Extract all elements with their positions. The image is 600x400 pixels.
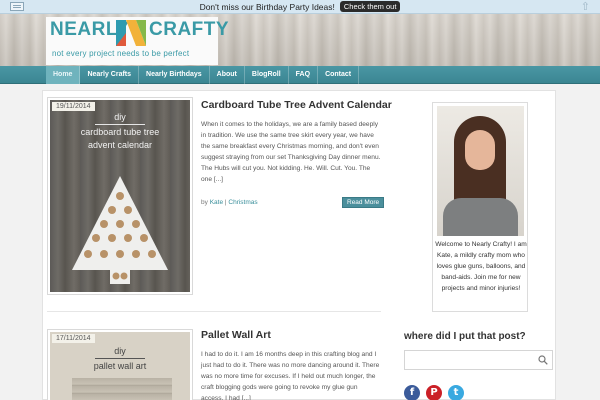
nav-faq[interactable]: FAQ (289, 66, 319, 84)
pallet-wall-art-image: 17/11/2014 diy pallet wall art (50, 332, 190, 400)
profile-widget: Welcome to Nearly Crafty! I am Kate, a m… (432, 102, 528, 312)
post-thumbnail[interactable]: 19/11/2014 diy cardboard tube tree adven… (47, 97, 193, 295)
search-heading: where did I put that post? (404, 331, 526, 342)
nav-nearly-crafts[interactable]: Nearly Crafts (80, 66, 140, 84)
advent-calendar-image: 19/11/2014 diy cardboard tube tree adven… (50, 100, 190, 292)
category-link[interactable]: Christmas (228, 199, 257, 206)
check-them-out-button[interactable]: Check them out (339, 1, 401, 12)
meta-by: by (201, 199, 208, 206)
post-excerpt: When it comes to the holidays, we are a … (201, 121, 381, 183)
post-title-link[interactable]: Pallet Wall Art (201, 329, 271, 341)
main-content: 19/11/2014 diy cardboard tube tree adven… (42, 90, 556, 400)
pinterest-icon[interactable]: P (426, 385, 442, 400)
author-link[interactable]: Kate (210, 199, 223, 206)
menu-icon[interactable] (10, 2, 24, 11)
logo-tagline: not every project needs to be perfect (52, 49, 190, 58)
image-caption-line: diy (114, 112, 126, 122)
search-icon[interactable] (538, 355, 548, 365)
post-divider (47, 311, 381, 312)
search-input[interactable] (404, 350, 553, 370)
notification-text: Don't miss our Birthday Party Ideas! (199, 1, 335, 12)
nav-nearly-birthdays[interactable]: Nearly Birthdays (139, 66, 210, 84)
image-caption-line: advent calendar (87, 140, 153, 150)
image-caption-line: cardboard tube tree (80, 127, 160, 137)
meta-separator: | (224, 199, 227, 206)
site-logo[interactable]: NEARLY CRAFTY not every project needs to… (46, 17, 229, 65)
notification-bar: Don't miss our Birthday Party Ideas! Che… (0, 0, 600, 14)
post-thumbnail[interactable]: 17/11/2014 diy pallet wall art (47, 329, 193, 400)
post-date: 17/11/2014 (52, 334, 95, 343)
nav-blogroll[interactable]: BlogRoll (245, 66, 289, 84)
main-nav: Home Nearly Crafts Nearly Birthdays Abou… (0, 66, 600, 84)
post-meta: by Kate | Christmas (201, 199, 258, 206)
post-excerpt: I had to do it. I am 16 months deep in t… (201, 351, 380, 400)
nav-about[interactable]: About (210, 66, 245, 84)
arrow-up-icon[interactable]: ⇧ (581, 0, 590, 14)
nav-home[interactable]: Home (46, 66, 81, 84)
site-header: NEARLY CRAFTY not every project needs to… (0, 14, 600, 66)
post-title-link[interactable]: Cardboard Tube Tree Advent Calendar (201, 99, 392, 111)
twitter-icon[interactable]: t (448, 385, 464, 400)
logo-mark-icon (116, 20, 146, 46)
nav-contact[interactable]: Contact (318, 66, 360, 84)
post-date: 19/11/2014 (52, 102, 95, 111)
image-caption-line: pallet wall art (93, 361, 147, 371)
profile-bio: Welcome to Nearly Crafty! I am Kate, a m… (435, 241, 527, 292)
read-more-button[interactable]: Read More (342, 197, 385, 208)
advent-tree-graphic (72, 176, 168, 284)
pallet-boards (72, 378, 172, 400)
facebook-icon[interactable]: f (404, 385, 420, 400)
profile-photo (437, 106, 524, 236)
logo-word-crafty: CRAFTY (149, 19, 230, 40)
image-caption-line: diy (114, 346, 126, 356)
